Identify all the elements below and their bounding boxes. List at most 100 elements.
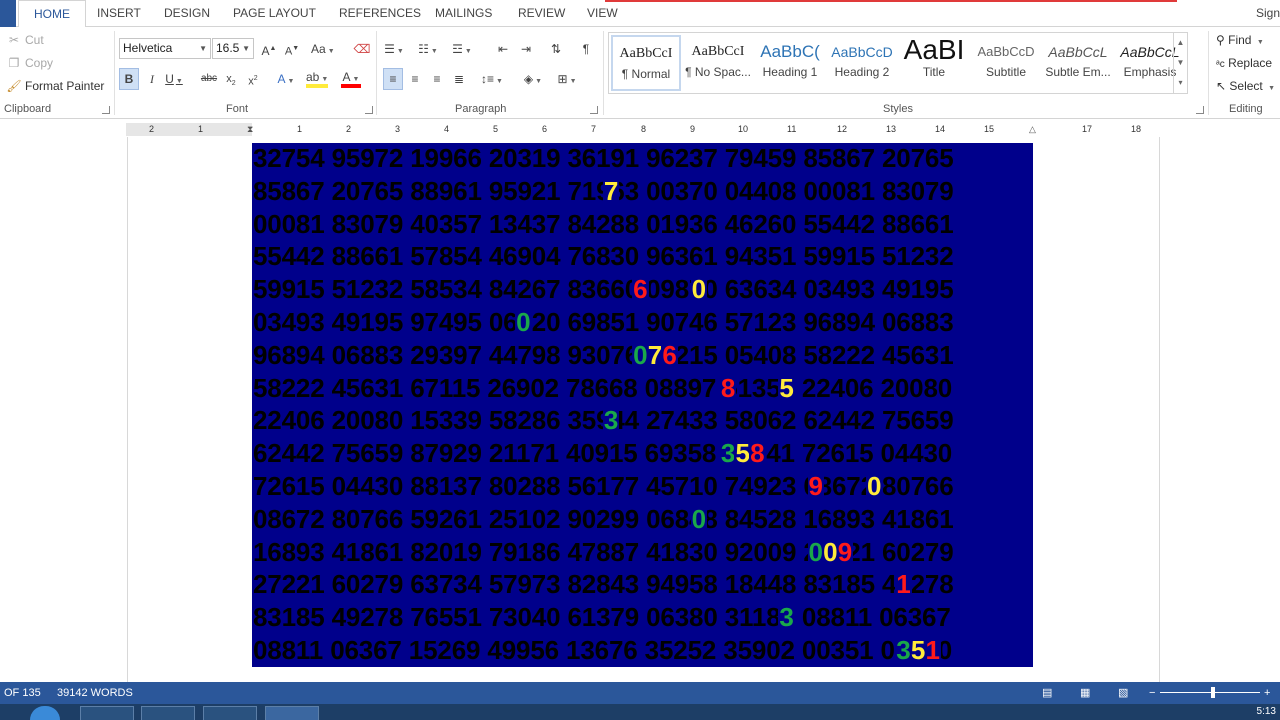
decrease-indent-icon[interactable]: ⇤	[493, 38, 513, 60]
show-marks-icon[interactable]: ¶	[576, 38, 596, 60]
clipboard-dialog-launcher[interactable]	[102, 106, 110, 114]
ruler-number: 15	[984, 124, 995, 134]
font-dialog-launcher[interactable]	[365, 106, 373, 114]
replace-button[interactable]: ᵃc Replace	[1216, 53, 1272, 73]
font-size-combo[interactable]: 16.5 ▼	[212, 38, 254, 59]
tab-insert[interactable]: INSERT	[95, 0, 143, 27]
line-spacing-button[interactable]: ↕≡ ▼	[481, 68, 503, 90]
replace-icon: ᵃc	[1216, 59, 1225, 70]
clipboard-group-label: Clipboard	[4, 103, 52, 115]
style-name: Heading 2	[834, 65, 890, 79]
styles-scroll-up-icon[interactable]: ▲	[1173, 33, 1187, 53]
shading-button[interactable]: ◈ ▼	[523, 68, 543, 90]
ruler-number: 6	[542, 124, 548, 134]
tab-mailings[interactable]: MAILINGS	[433, 0, 494, 27]
text-effects-button[interactable]: A ▼	[276, 68, 296, 90]
style-heading-1[interactable]: AaBbC( Heading 1	[755, 35, 825, 91]
align-right-button[interactable]: ≡	[427, 68, 447, 90]
document-canvas[interactable]: 32754 95972 19966 20319 36191 96237 7945…	[0, 137, 1280, 682]
grow-font-button[interactable]: A▲	[259, 38, 279, 60]
account-accent-line	[605, 0, 1177, 2]
highlighted-digit: 6	[632, 273, 649, 307]
ruler-number: 7	[591, 124, 597, 134]
style-subtitle[interactable]: AaBbCcD Subtitle	[971, 35, 1041, 91]
zoom-in-icon[interactable]: +	[1264, 682, 1270, 704]
style-name: Heading 1	[762, 65, 818, 79]
style-title[interactable]: AaBI Title	[899, 35, 969, 91]
highlighted-digit: 8	[719, 371, 737, 405]
style-subtle-emphasis[interactable]: AaBbCcL Subtle Em...	[1043, 35, 1113, 91]
highlighted-digit: 8	[749, 437, 766, 471]
sort-icon[interactable]: ⇅	[546, 38, 566, 60]
highlighted-digit: 1	[924, 634, 941, 667]
styles-more-icon[interactable]: ▾	[1173, 73, 1187, 93]
sign-in-link[interactable]: Sign	[1256, 0, 1280, 27]
zoom-slider[interactable]	[1160, 692, 1260, 693]
tab-view[interactable]: VIEW	[585, 0, 620, 27]
style-heading-2[interactable]: AaBbCcD Heading 2	[827, 35, 897, 91]
align-left-button[interactable]: ≡	[383, 68, 403, 90]
grid-row: 83185 49278 76551 73040 61379 06380 3118…	[253, 602, 951, 633]
borders-button[interactable]: ⊞ ▼	[557, 68, 577, 90]
tab-home[interactable]: HOME	[18, 0, 86, 28]
align-center-button[interactable]: ≡	[405, 68, 425, 90]
subscript-button[interactable]: x2	[221, 68, 241, 90]
start-button[interactable]	[30, 706, 60, 720]
taskbar-word[interactable]	[265, 706, 319, 720]
zoom-slider-thumb[interactable]	[1211, 687, 1215, 698]
ruler-number: 14	[935, 124, 946, 134]
print-layout-icon[interactable]: ▦	[1080, 682, 1090, 704]
styles-dialog-launcher[interactable]	[1196, 106, 1204, 114]
taskbar-browser[interactable]	[203, 706, 257, 720]
taskbar-app[interactable]	[141, 706, 195, 720]
styles-scroll-down-icon[interactable]: ▼	[1173, 53, 1187, 73]
number-grid-image[interactable]: 32754 95972 19966 20319 36191 96237 7945…	[252, 143, 1033, 667]
strikethrough-button[interactable]: abc	[199, 68, 219, 90]
horizontal-ruler[interactable]: 2 1 ⧗ 1 2 3 4 5 6 7 8 9 10 11 12 13 14 1…	[126, 123, 1160, 136]
shrink-font-button[interactable]: A▼	[282, 38, 302, 60]
left-indent-marker[interactable]: ⧗	[247, 123, 253, 136]
copy-button[interactable]: ❐ Copy	[6, 54, 53, 72]
tab-design[interactable]: DESIGN	[162, 0, 212, 27]
style-normal[interactable]: AaBbCcI ¶ Normal	[611, 35, 681, 91]
italic-button[interactable]: I	[142, 68, 162, 90]
find-label: Find	[1228, 33, 1252, 47]
justify-button[interactable]: ≣	[449, 68, 469, 90]
bullets-button[interactable]: ☰ ▼	[384, 38, 404, 60]
style-name: ¶ No Spac...	[685, 65, 751, 79]
grid-row: 62442 75659 87929 21171 40915 69358 5574…	[253, 438, 953, 469]
font-name-combo[interactable]: Helvetica ▼	[119, 38, 211, 59]
style-no-spacing[interactable]: AaBbCcI ¶ No Spac...	[683, 35, 753, 91]
clear-formatting-icon[interactable]: ⌫	[352, 38, 372, 60]
grid-row: 08672 80766 59261 25102 90299 06848 8452…	[253, 503, 954, 534]
taskbar-explorer[interactable]	[80, 706, 134, 720]
increase-indent-icon[interactable]: ⇥	[516, 38, 536, 60]
superscript-button[interactable]: x2	[243, 68, 263, 90]
file-tab[interactable]	[0, 0, 16, 27]
style-preview: AaBbC(	[760, 42, 820, 61]
system-clock[interactable]: 5:13	[1257, 704, 1276, 720]
bold-button[interactable]: B	[119, 68, 139, 90]
ruler-number: 3	[395, 124, 401, 134]
underline-button[interactable]: U ▼	[164, 68, 184, 90]
select-button[interactable]: ↖ Select ▼	[1216, 76, 1275, 96]
format-painter-button[interactable]: 🖌 Format Painter	[6, 77, 104, 95]
zoom-out-icon[interactable]: −	[1149, 682, 1155, 704]
highlight-color-button[interactable]: ab ▼	[306, 68, 329, 88]
change-case-button[interactable]: Aa ▼	[311, 38, 335, 60]
word-count[interactable]: 39142 WORDS	[57, 682, 133, 704]
read-mode-icon[interactable]: ▤	[1042, 682, 1052, 704]
paragraph-dialog-launcher[interactable]	[590, 106, 598, 114]
tab-page-layout[interactable]: PAGE LAYOUT	[231, 0, 318, 27]
find-button[interactable]: ⚲ Find ▼	[1216, 30, 1264, 50]
multilevel-list-button[interactable]: ☲ ▼	[452, 38, 472, 60]
font-color-button[interactable]: A ▼	[341, 68, 361, 88]
right-indent-marker[interactable]: △	[1029, 123, 1036, 136]
cut-button[interactable]: ✂ Cut	[6, 31, 44, 49]
copy-label: Copy	[25, 56, 54, 70]
tab-references[interactable]: REFERENCES	[337, 0, 423, 27]
numbering-button[interactable]: ☷ ▼	[418, 38, 438, 60]
web-layout-icon[interactable]: ▧	[1118, 682, 1128, 704]
page-count[interactable]: OF 135	[4, 682, 41, 704]
tab-review[interactable]: REVIEW	[516, 0, 567, 27]
